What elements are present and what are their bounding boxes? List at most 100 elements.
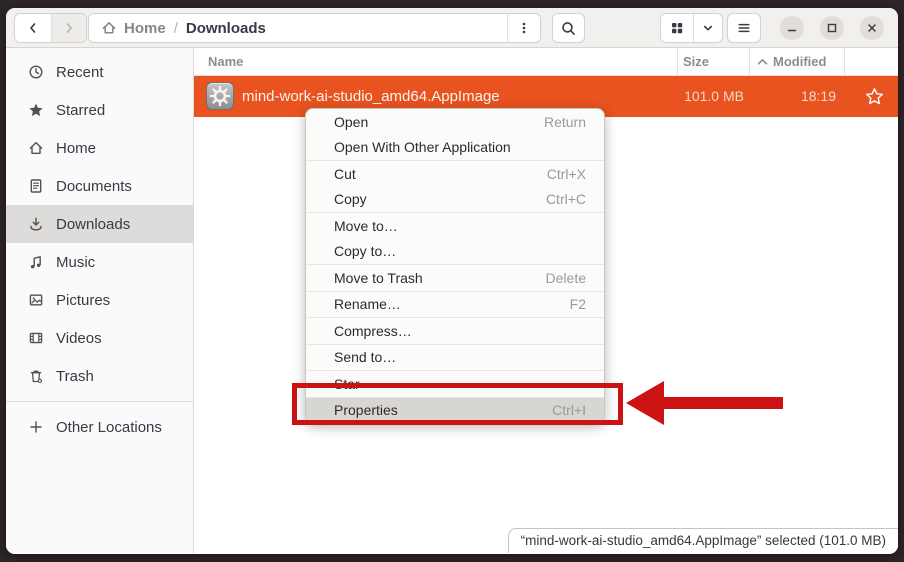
breadcrumb-current[interactable]: Downloads [186,20,266,37]
trash-icon [28,368,44,384]
sidebar-item-label: Pictures [56,292,110,309]
menu-item-label: Open [334,114,368,130]
selection-status-bar: “mind-work-ai-studio_amd64.AppImage” sel… [508,528,898,553]
search-icon [560,20,577,37]
sidebar-item-label: Starred [56,102,105,119]
app-menu-button[interactable] [727,13,761,43]
sidebar-item-starred[interactable]: Starred [6,91,193,129]
pictures-icon [28,292,44,308]
sidebar-item-documents[interactable]: Documents [6,167,193,205]
gear-icon [209,85,231,107]
home-icon [28,140,44,156]
menu-item-label: Properties [334,402,398,418]
videos-icon [28,330,44,346]
minimize-button[interactable] [780,16,804,40]
menu-item-copy-to[interactable]: Copy to… [306,239,604,265]
menu-item-rename[interactable]: Rename…F2 [306,292,604,318]
menu-item-label: Move to Trash [334,270,423,286]
sidebar-item-music[interactable]: Music [6,243,193,281]
chevron-left-icon [25,20,41,36]
search-button[interactable] [552,13,585,43]
chevron-down-icon [700,20,716,36]
sidebar-divider [6,401,193,402]
sidebar-item-label: Home [56,140,96,157]
menu-item-compress[interactable]: Compress… [306,318,604,344]
close-button[interactable] [860,16,884,40]
sidebar-item-trash[interactable]: Trash [6,357,193,395]
hamburger-menu-icon [736,20,752,36]
star-toggle-icon[interactable] [865,87,884,106]
menu-item-label: Open With Other Application [334,139,511,155]
column-divider [749,48,750,75]
column-divider [844,48,845,75]
view-options-button[interactable] [693,14,722,42]
sidebar-item-home[interactable]: Home [6,129,193,167]
appimage-file-icon [206,82,234,110]
menu-item-label: Move to… [334,218,398,234]
menu-item-label: Copy to… [334,243,396,259]
file-modified-time: 18:19 [756,76,836,117]
documents-icon [28,178,44,194]
maximize-button[interactable] [820,16,844,40]
menu-item-accel: Ctrl+I [552,402,586,418]
close-icon [866,22,878,34]
column-header-modified-label: Modified [773,48,826,76]
breadcrumb-root-label: Home [124,20,166,37]
menu-item-properties[interactable]: Properties Ctrl+I [306,398,604,424]
chevron-right-icon [61,20,77,36]
menu-item-star[interactable]: Star [306,371,604,397]
column-header-name[interactable]: Name [208,48,243,76]
sidebar-item-recent[interactable]: Recent [6,53,193,91]
menu-item-label: Copy [334,191,367,207]
breadcrumb: Home / Downloads [89,20,507,37]
context-menu: Open Return Open With Other Application C… [305,108,605,424]
back-button[interactable] [15,14,51,42]
menu-item-open-with-other-application[interactable]: Open With Other Application [306,135,604,161]
path-bar: Home / Downloads [88,13,541,43]
maximize-icon [826,22,838,34]
grid-view-button[interactable] [661,14,693,42]
menu-item-label: Compress… [334,323,412,339]
menu-item-open[interactable]: Open Return [306,109,604,135]
column-header-modified[interactable]: Modified [757,48,826,76]
menu-item-label: Send to… [334,349,396,365]
sort-ascending-icon [757,58,768,66]
selection-status-text: “mind-work-ai-studio_amd64.AppImage” sel… [521,533,886,548]
file-size: 101.0 MB [624,76,744,117]
menu-item-label: Rename… [334,296,401,312]
path-menu-button[interactable] [507,14,540,42]
header-bar: Home / Downloads [6,8,898,48]
sidebar-item-label: Downloads [56,216,130,233]
sidebar-item-label: Trash [56,368,94,385]
breadcrumb-separator: / [174,20,178,37]
menu-item-send-to[interactable]: Send to… [306,345,604,371]
starred-icon [28,102,44,118]
menu-item-copy[interactable]: Copy Ctrl+C [306,187,604,213]
sidebar-item-pictures[interactable]: Pictures [6,281,193,319]
music-icon [28,254,44,270]
sidebar-item-label: Videos [56,330,102,347]
column-header-size[interactable]: Size [683,48,709,76]
sidebar-item-other-locations[interactable]: Other Locations [6,408,193,446]
forward-button[interactable] [51,14,87,42]
sidebar-item-downloads[interactable]: Downloads [6,205,193,243]
menu-item-accel: Delete [546,270,586,286]
sidebar-item-label: Documents [56,178,132,195]
view-toggle-group [660,13,723,43]
grid-view-icon [669,20,685,36]
recent-icon [28,64,44,80]
minimize-icon [786,22,798,34]
breadcrumb-home[interactable]: Home [101,20,166,37]
nav-button-group [14,13,87,43]
menu-item-cut[interactable]: CutCtrl+X [306,161,604,187]
menu-item-move-to-trash[interactable]: Move to Trash Delete [306,265,604,291]
plus-icon [28,419,44,435]
downloads-icon [28,216,44,232]
sidebar-item-label: Music [56,254,95,271]
sidebar-item-videos[interactable]: Videos [6,319,193,357]
menu-item-accel: Return [544,114,586,130]
home-icon [101,20,117,36]
menu-item-accel: Ctrl+C [546,191,586,207]
sidebar-item-label: Other Locations [56,419,162,436]
menu-item-move-to[interactable]: Move to… [306,213,604,239]
